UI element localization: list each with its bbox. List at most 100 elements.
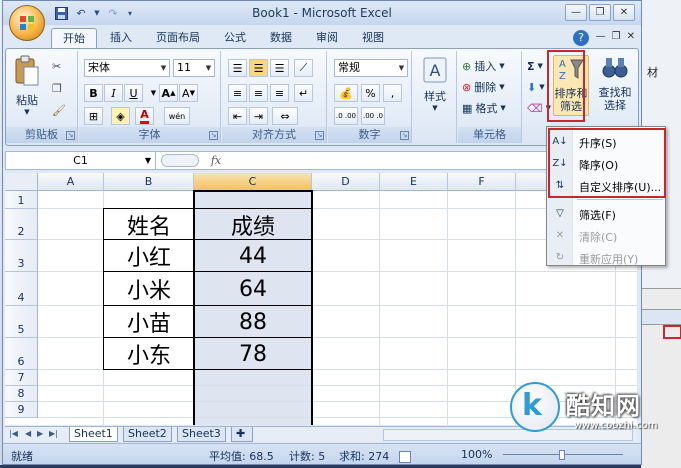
number-format-dropdown-icon[interactable]: ▼ bbox=[396, 60, 407, 76]
sheet-tab-3[interactable]: Sheet3 bbox=[177, 427, 226, 442]
font-name-combo[interactable]: 宋体 ▼ bbox=[84, 59, 170, 77]
decrease-indent-button[interactable]: ⇤ bbox=[228, 107, 247, 125]
underline-button[interactable]: U bbox=[124, 84, 143, 102]
zoom-slider-thumb[interactable] bbox=[559, 450, 565, 460]
page-break-view-icon[interactable] bbox=[399, 451, 411, 463]
column-header-c[interactable]: C bbox=[194, 173, 312, 191]
tab-data[interactable]: 数据 bbox=[259, 28, 303, 48]
close-button[interactable]: ✕ bbox=[613, 4, 635, 21]
tab-formulas[interactable]: 公式 bbox=[213, 28, 257, 48]
font-launcher-icon[interactable]: ↘ bbox=[209, 131, 218, 140]
font-name-dropdown-icon[interactable]: ▼ bbox=[158, 60, 169, 76]
row-header-5[interactable]: 5 bbox=[5, 306, 38, 338]
sheet-tab-2[interactable]: Sheet2 bbox=[123, 427, 172, 442]
tab-home[interactable]: 开始 bbox=[51, 28, 97, 48]
align-center-button[interactable]: ≡ bbox=[249, 84, 268, 102]
insert-cells-button[interactable]: ⊕ 插入 ▼ bbox=[462, 57, 505, 75]
column-header-d[interactable]: D bbox=[312, 173, 380, 191]
last-sheet-icon[interactable]: ▶| bbox=[49, 429, 58, 438]
first-sheet-icon[interactable]: |◀ bbox=[9, 429, 18, 438]
zoom-slider[interactable] bbox=[503, 450, 623, 460]
font-size-combo[interactable]: 11 ▼ bbox=[173, 59, 215, 77]
clear-button[interactable]: ⌫ ▼ bbox=[527, 99, 551, 117]
alignment-launcher-icon[interactable]: ↘ bbox=[315, 131, 324, 140]
format-cells-button[interactable]: ▦ 格式 ▼ bbox=[462, 99, 506, 117]
ribbon-minimize-icon[interactable]: — bbox=[596, 31, 606, 42]
column-header-b[interactable]: B bbox=[104, 173, 194, 191]
font-size-dropdown-icon[interactable]: ▼ bbox=[203, 60, 214, 76]
row-header-6[interactable]: 6 bbox=[5, 338, 38, 370]
prev-sheet-icon[interactable]: ◀ bbox=[25, 429, 31, 438]
borders-button[interactable]: ⊞ bbox=[84, 107, 103, 125]
name-box-dropdown-icon[interactable]: ▼ bbox=[145, 152, 151, 169]
row-header-8[interactable]: 8 bbox=[5, 386, 38, 402]
restore-button[interactable]: ❐ bbox=[589, 4, 611, 21]
column-header-f[interactable]: F bbox=[448, 173, 516, 191]
align-top-button[interactable]: ☰ bbox=[228, 59, 247, 77]
number-format-combo[interactable]: 常规 ▼ bbox=[334, 59, 408, 77]
number-launcher-icon[interactable]: ↘ bbox=[400, 131, 409, 140]
format-painter-button[interactable]: 🖌 bbox=[52, 101, 66, 119]
italic-button[interactable]: I bbox=[104, 84, 123, 102]
percent-button[interactable]: % bbox=[361, 84, 380, 102]
insert-function-button[interactable]: fx bbox=[206, 152, 226, 169]
insert-sheet-button[interactable]: ✚ bbox=[231, 427, 253, 442]
styles-button[interactable]: A 样式 ▼ bbox=[417, 57, 453, 112]
row-header-7[interactable]: 7 bbox=[5, 370, 38, 386]
clipboard-launcher-icon[interactable]: ↘ bbox=[66, 131, 75, 140]
column-header-a[interactable]: A bbox=[38, 173, 104, 191]
find-select-button[interactable]: 查找和 选择 bbox=[595, 55, 635, 112]
comma-button[interactable]: , bbox=[383, 84, 402, 102]
font-color-button[interactable]: A bbox=[135, 107, 154, 125]
cut-button[interactable]: ✂ bbox=[52, 57, 61, 75]
sort-filter-button[interactable]: A Z 排序和 筛选 bbox=[553, 55, 589, 116]
formula-bar-splitter[interactable] bbox=[161, 154, 199, 167]
merge-center-button[interactable]: ⇔ bbox=[272, 107, 298, 125]
tab-insert[interactable]: 插入 bbox=[99, 28, 143, 48]
wrap-text-button[interactable]: ↵ bbox=[294, 84, 313, 102]
tab-page-layout[interactable]: 页面布局 bbox=[145, 28, 211, 48]
row-header-4[interactable]: 4 bbox=[5, 272, 38, 306]
align-left-button[interactable]: ≡ bbox=[228, 84, 247, 102]
office-button[interactable] bbox=[9, 5, 45, 41]
tab-review[interactable]: 审阅 bbox=[305, 28, 349, 48]
decrease-decimal-button[interactable]: .00 .0 bbox=[361, 107, 385, 125]
row-header-9[interactable]: 9 bbox=[5, 402, 38, 418]
align-right-button[interactable]: ≡ bbox=[270, 84, 289, 102]
row-header-1[interactable]: 1 bbox=[5, 191, 38, 209]
decrease-font-button[interactable]: A ▼ bbox=[179, 84, 198, 102]
menu-item-sort-asc[interactable]: A↓ 升序(S) bbox=[547, 131, 665, 153]
row-header-2[interactable]: 2 bbox=[5, 209, 38, 240]
minimize-button[interactable]: — bbox=[565, 4, 587, 21]
ribbon-close-icon[interactable]: ✕ bbox=[627, 31, 635, 42]
select-all-corner[interactable] bbox=[5, 173, 38, 191]
align-middle-button[interactable]: ☰ bbox=[249, 59, 268, 77]
menu-item-custom-sort[interactable]: ⇅ 自定义排序(U)... bbox=[547, 175, 665, 197]
delete-cells-button[interactable]: ⊗ 删除 ▼ bbox=[462, 78, 505, 96]
paste-button[interactable]: 粘贴 ▼ bbox=[10, 55, 44, 116]
window-title: Book1 - Microsoft Excel bbox=[252, 6, 392, 20]
increase-decimal-button[interactable]: .0 .00 bbox=[334, 107, 358, 125]
increase-font-button[interactable]: A ▲ bbox=[159, 84, 178, 102]
menu-item-sort-desc[interactable]: Z↓ 降序(O) bbox=[547, 153, 665, 175]
copy-button[interactable]: ❐ bbox=[52, 79, 62, 97]
orientation-button[interactable]: ⟋ bbox=[294, 59, 313, 77]
row-header-3[interactable]: 3 bbox=[5, 240, 38, 272]
name-box[interactable]: C1 ▼ bbox=[6, 152, 156, 169]
fill-color-button[interactable]: ◈ bbox=[111, 107, 130, 125]
next-sheet-icon[interactable]: ▶ bbox=[37, 429, 43, 438]
zoom-level[interactable]: 100% bbox=[461, 448, 492, 461]
ribbon-restore-icon[interactable]: ❐ bbox=[612, 31, 621, 42]
phonetic-button[interactable]: wén bbox=[164, 107, 190, 125]
tab-view[interactable]: 视图 bbox=[351, 28, 395, 48]
bold-button[interactable]: B bbox=[84, 84, 103, 102]
sheet-tab-1[interactable]: Sheet1 bbox=[69, 427, 118, 442]
autosum-button[interactable]: Σ ▼ bbox=[527, 57, 543, 75]
fill-button[interactable]: ⬇ ▼ bbox=[527, 78, 545, 96]
currency-button[interactable]: 💰 bbox=[334, 84, 358, 102]
column-header-e[interactable]: E bbox=[380, 173, 448, 191]
increase-indent-button[interactable]: ⇥ bbox=[249, 107, 268, 125]
help-icon[interactable]: ? bbox=[573, 30, 589, 46]
align-bottom-button[interactable]: ☰ bbox=[270, 59, 289, 77]
menu-item-filter[interactable]: ▽ 筛选(F) bbox=[547, 203, 665, 225]
